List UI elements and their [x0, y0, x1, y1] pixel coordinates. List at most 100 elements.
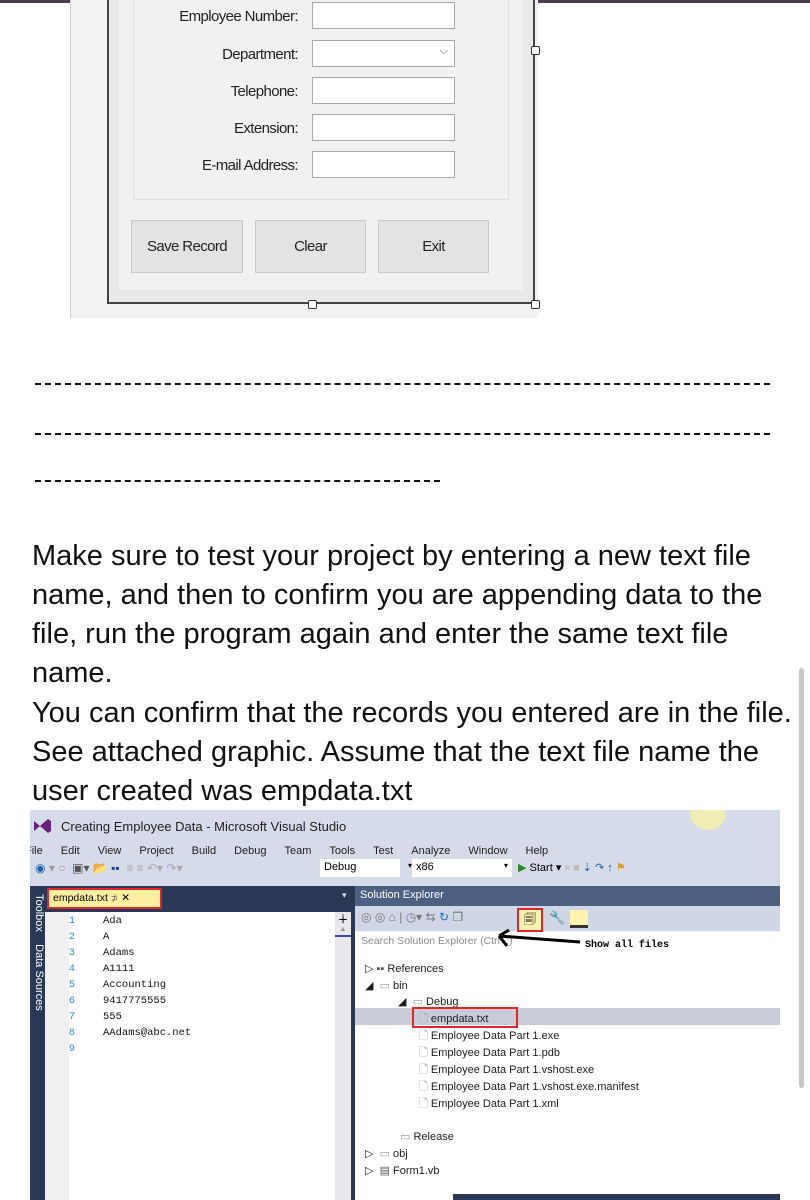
field-input[interactable] — [312, 2, 455, 29]
menu-item[interactable]: Debug — [234, 845, 266, 857]
properties-icon[interactable]: 🔧 — [549, 910, 565, 926]
clear-button[interactable]: Clear — [255, 220, 366, 273]
line-number: 5 — [68, 979, 75, 991]
page-scrollbar[interactable] — [799, 668, 804, 1088]
code-line[interactable]: A — [103, 931, 109, 943]
divider — [35, 383, 770, 385]
tree-item-release[interactable]: ▭ Release — [400, 1130, 454, 1143]
solution-explorer: Solution Explorer ◎ ◎ ⌂ | ◷▾ ⇆ ↻ ❐ 🗐 🔧 S… — [355, 886, 780, 1200]
menu-item[interactable]: Analyze — [411, 845, 450, 857]
menu-item[interactable]: Window — [468, 845, 507, 857]
instruction-paragraph: Make sure to test your project by enteri… — [32, 540, 763, 689]
new-project-icon[interactable]: ▣▾ — [69, 861, 89, 875]
tree-item-obj[interactable]: ▷ ▭ obj — [365, 1147, 408, 1160]
resize-handle[interactable] — [531, 300, 540, 309]
sync-icon[interactable]: ⇆ — [426, 910, 436, 924]
file-icon: 🗋 — [419, 1030, 428, 1042]
code-line[interactable]: Adams — [103, 947, 135, 959]
tree-item-form1[interactable]: ▷ ▤ Form1.vb — [365, 1164, 440, 1177]
cursor-highlight — [690, 810, 726, 830]
platform-value: x86 — [416, 861, 434, 873]
preview-icon[interactable] — [570, 910, 588, 928]
save-record-button[interactable]: Save Record — [131, 220, 243, 273]
play-icon: ▶ — [518, 862, 527, 874]
arrow-annotation-icon — [497, 928, 581, 947]
folder-icon: ▭ — [379, 980, 390, 992]
configuration-value: Debug — [324, 861, 357, 873]
platform-select[interactable]: x86 ▾ — [412, 859, 512, 877]
back-icon[interactable]: ◎ — [361, 910, 371, 924]
start-label: Start — [529, 862, 553, 874]
data-sources-tab[interactable]: Data Sources — [33, 944, 45, 1011]
line-number: 4 — [68, 963, 75, 975]
code-line[interactable]: A1111 — [103, 963, 135, 975]
forward-icon[interactable]: ◎ — [375, 910, 385, 924]
tree-item-file[interactable]: 🗋 Employee Data Part 1.xml — [419, 1095, 559, 1114]
text-editor[interactable]: ∔ ▲ 1 Ada 2 A 3 Adams 4 A1111 5 Accounting 6 9… — [45, 912, 351, 1200]
save-icon[interactable]: ▪▪ — [111, 861, 120, 875]
close-icon[interactable]: ✕ — [121, 892, 130, 904]
solution-explorer-title: Solution Explorer — [355, 886, 780, 906]
tab-dropdown-icon[interactable]: ▾ — [342, 890, 347, 901]
line-number: 1 — [68, 915, 75, 927]
refresh-icon[interactable]: ↻ — [439, 910, 449, 924]
visual-studio-logo-icon — [34, 819, 51, 833]
menu-item[interactable]: File — [30, 845, 43, 857]
file-icon: 🗋 — [419, 1047, 428, 1059]
tab-label: empdata.txt — [53, 892, 108, 904]
toolbox-tab[interactable]: Toolbox — [33, 894, 45, 932]
tree-label: bin — [393, 980, 408, 992]
history-icon[interactable]: ◷▾ — [406, 910, 423, 924]
annotation-label: Show all files — [585, 940, 670, 951]
menu-item[interactable]: Build — [192, 845, 216, 857]
configuration-select[interactable]: Debug ▾ — [320, 859, 412, 877]
divider — [35, 433, 770, 435]
forward-icon[interactable]: ▾ ○ — [49, 861, 66, 875]
line-number: 2 — [68, 931, 75, 943]
resize-handle[interactable] — [531, 46, 540, 55]
empdata-highlight — [412, 1007, 518, 1028]
tree-label: Release — [413, 1131, 454, 1143]
editor-tab-empdata[interactable]: empdata.txt ⊅ ✕ — [47, 888, 162, 909]
line-number: 3 — [68, 947, 75, 959]
menu-item[interactable]: Help — [526, 845, 549, 857]
divider — [35, 480, 440, 482]
department-combobox[interactable]: ⌵ — [312, 40, 455, 67]
menu-item[interactable]: Tools — [329, 845, 355, 857]
tree-label: Employee Data Part 1.vshost.exe.manifest — [430, 1081, 639, 1093]
code-line[interactable]: AAdams@abc.net — [103, 1027, 191, 1039]
chevron-down-icon[interactable]: ⌵ — [440, 45, 448, 58]
window-title: Creating Employee Data - Microsoft Visua… — [61, 819, 347, 834]
field-input[interactable] — [312, 114, 455, 141]
file-icon: 🗋 — [419, 1098, 428, 1110]
menu-item[interactable]: View — [98, 845, 122, 857]
menu-item[interactable]: Team — [285, 845, 312, 857]
code-line[interactable]: Ada — [103, 915, 122, 927]
undo-icon[interactable]: ≡ ≡ ↶▾ ↷▾ — [123, 861, 182, 875]
home-icon[interactable]: ⌂ — [389, 910, 396, 924]
code-line[interactable]: 9417775555 — [103, 995, 166, 1007]
field-input[interactable] — [312, 77, 455, 104]
menu-item[interactable]: Edit — [61, 845, 80, 857]
exit-button[interactable]: Exit — [378, 220, 489, 273]
menu-bar: File Edit View Project Build Debug Team Tools Te… — [30, 841, 566, 859]
pin-icon[interactable]: ⊅ — [111, 893, 119, 903]
folder-icon: ▭ — [400, 1131, 411, 1143]
tree-item-bin[interactable]: ◢ ▭ bin — [365, 979, 408, 992]
resize-handle[interactable] — [308, 300, 317, 309]
collapse-icon[interactable]: ❐ — [452, 910, 463, 924]
field-label: Extension: — [233, 120, 299, 137]
back-icon[interactable]: ◉ — [35, 861, 45, 875]
menu-item[interactable]: Project — [139, 845, 173, 857]
start-button[interactable]: ▶ Start ▾ ⏸ ■ ⇣ ↷ ↑ ⚑ — [518, 861, 626, 875]
line-number: 9 — [68, 1043, 75, 1055]
code-line[interactable]: 555 — [103, 1011, 122, 1023]
folder-icon: ▭ — [379, 1148, 390, 1160]
field-input[interactable] — [312, 151, 455, 178]
tree-item-references[interactable]: ▷ ▪▪ References — [365, 962, 444, 975]
open-icon[interactable]: 📂 — [93, 861, 108, 875]
code-line[interactable]: Accounting — [103, 979, 166, 991]
menu-item[interactable]: Test — [373, 845, 393, 857]
editor-scrollbar[interactable]: ∔ ▲ — [335, 912, 351, 1200]
tree-label: obj — [393, 1148, 408, 1160]
